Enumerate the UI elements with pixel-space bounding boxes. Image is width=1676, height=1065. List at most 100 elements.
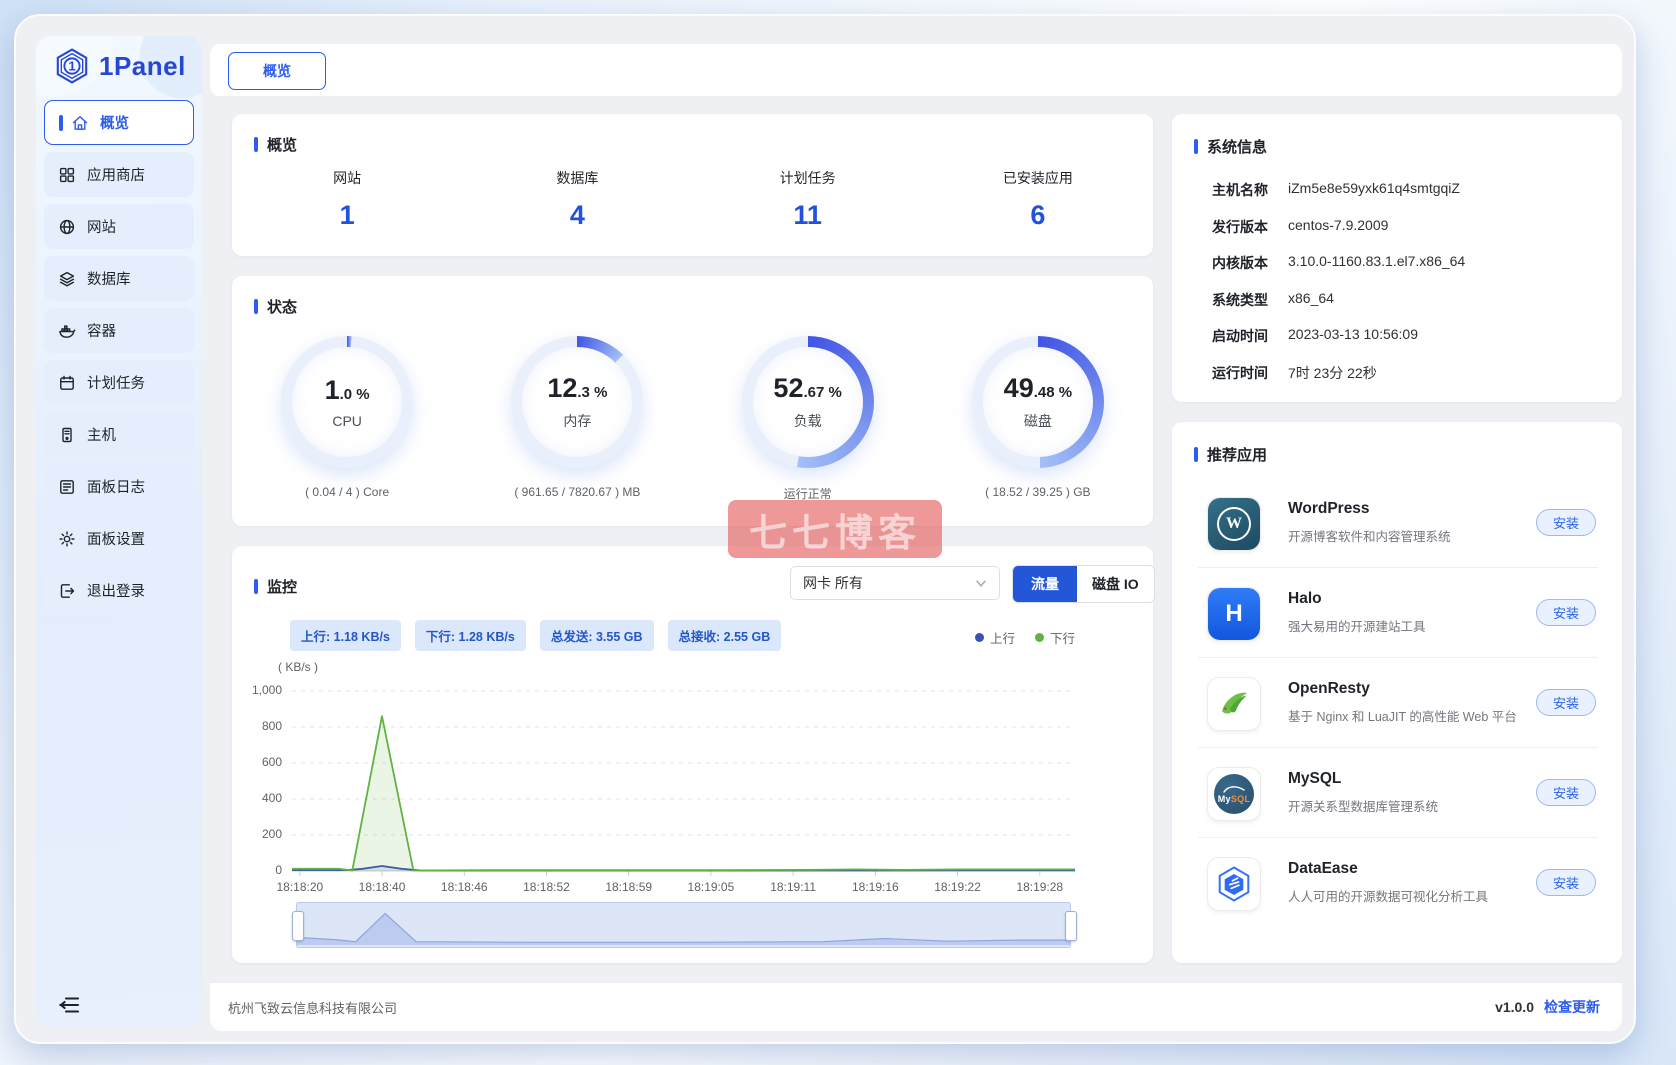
install-button[interactable]: 安装 [1535,509,1596,536]
sidebar-item[interactable]: 容器 [44,308,194,353]
legend-dot-icon [974,633,984,642]
datazoom-right-handle[interactable] [1065,911,1077,941]
app-divider [1198,567,1598,568]
overview-stat[interactable]: 计划任务 11 [693,168,923,231]
brand-name: 1Panel [99,50,186,81]
gauge-label: 内存 [563,413,592,429]
chart-legend: 上行 下行 [974,628,1075,647]
x-tick-label: 18:19:05 [687,880,735,894]
x-tick-label: 18:18:46 [440,880,488,894]
sidebar-item[interactable]: 退出登录 [44,568,194,613]
x-tick-label: 18:19:11 [770,880,817,894]
info-label: 运行时间 [1212,364,1268,381]
traffic-chips: 上行: 1.18 KB/s 下行: 1.28 KB/s 总发送: 3.55 GB… [290,620,782,651]
sidebar-item[interactable]: 面板日志 [44,464,194,509]
container-icon [58,322,76,340]
legend-dot-icon [1034,633,1044,642]
gauge-percent: 52.67 % [773,373,842,403]
gauge-label: 负载 [793,413,822,429]
traffic-chip: 上行: 1.18 KB/s [290,620,401,651]
app-name: Halo [1288,590,1322,607]
system-info-row: 启动时间 2023-03-13 10:56:09 [1212,326,1418,346]
gauge-ring: 49.48 % 磁盘 [971,336,1104,468]
footer-company: 杭州飞致云信息科技有限公司 [228,1000,398,1016]
gauge-ring: 52.67 % 负载 [741,336,874,468]
datazoom-left-handle[interactable] [292,911,304,941]
overview-stat[interactable]: 网站 1 [232,168,462,231]
title-bar-icon [1194,139,1198,154]
app-row: W WordPress 开源博客软件和内容管理系统 安装 [1172,478,1622,568]
system-info-row: 发行版本 centos-7.9.2009 [1212,217,1388,237]
openresty-icon [1207,677,1261,731]
x-tick-label: 18:18:20 [276,880,324,894]
sidebar-item[interactable]: 数据库 [44,256,194,301]
legend-item[interactable]: 下行 [1034,628,1075,647]
app-name: MySQL [1288,770,1342,787]
check-update-link[interactable]: 检查更新 [1544,997,1600,1017]
globe-icon [58,218,76,236]
app-divider [1198,747,1598,748]
app-row: MySQL MySQL 开源关系型数据库管理系统 安装 [1172,748,1622,838]
app-description: 开源博客软件和内容管理系统 [1288,530,1451,544]
stat-label: 已安装应用 [1002,170,1073,186]
logout-icon [58,582,76,600]
gauge-subtext: 运行正常 [783,487,832,501]
gauge-label: 磁盘 [1023,413,1052,429]
traffic-chip: 总接收: 2.55 GB [667,620,782,651]
nic-select[interactable]: 网卡 所有 [790,566,1000,600]
stat-value: 4 [569,200,585,230]
info-label: 主机名称 [1212,182,1268,198]
tab-overview[interactable]: 概览 [228,52,326,90]
x-tick-label: 18:18:59 [605,880,653,894]
legend-item[interactable]: 上行 [974,628,1015,647]
mysql-icon: MySQL [1207,767,1261,821]
gauge: 49.48 % 磁盘 ( 18.52 / 39.25 ) GB [923,336,1153,502]
app-divider [1198,657,1598,658]
info-value: iZm5e8e59yxk61q4smtgqiZ [1288,180,1460,196]
sidebar-item[interactable]: 主机 [44,412,194,457]
brand-logo: 1 1Panel [54,48,186,84]
select-arrow-icon [975,579,987,588]
info-value: centos-7.9.2009 [1288,216,1389,233]
home-icon [71,114,89,132]
x-tick-label: 18:18:52 [523,880,570,894]
y-tick-label: 0 [275,863,282,877]
toggle-button[interactable]: 磁盘 IO [1077,566,1154,602]
x-tick-label: 18:19:28 [1016,880,1064,894]
y-tick-label: 1,000 [251,683,282,697]
info-value: 2023-03-13 10:56:09 [1288,326,1418,342]
overview-stat[interactable]: 已安装应用 6 [923,168,1153,231]
gauge-subtext: ( 0.04 / 4 ) Core [305,485,390,499]
app-name: WordPress [1288,500,1370,517]
system-info-row: 运行时间 7时 23分 22秒 [1212,363,1377,383]
system-info-title: 系统信息 [1194,136,1267,157]
1panel-dashboard: 1 1Panel 概览 应用商店 网站 数据库 容器 计划任务 主机 面板日志 … [0,0,1676,1065]
gauge-label: CPU [332,413,362,429]
stat-label: 数据库 [556,170,599,186]
install-button[interactable]: 安装 [1535,689,1596,716]
info-label: 内核版本 [1212,255,1268,271]
sidebar-item[interactable]: 概览 [44,100,194,145]
install-button[interactable]: 安装 [1535,869,1596,896]
info-label: 启动时间 [1212,328,1268,344]
wordpress-icon: W [1207,497,1261,551]
app-row: OpenResty 基于 Nginx 和 LuaJIT 的高性能 Web 平台 … [1172,658,1622,748]
stat-label: 网站 [333,170,362,186]
y-tick-label: 400 [261,791,282,805]
sidebar-item[interactable]: 应用商店 [44,152,194,197]
recommended-apps-title: 推荐应用 [1194,444,1267,465]
install-button[interactable]: 安装 [1535,779,1596,806]
app-divider [1198,837,1598,838]
overview-stat[interactable]: 数据库 4 [462,168,692,231]
sidebar-item[interactable]: 计划任务 [44,360,194,405]
host-icon [58,426,76,444]
app-description: 强大易用的开源建站工具 [1288,620,1426,634]
sidebar-item[interactable]: 网站 [44,204,194,249]
calendar-icon [58,374,76,392]
collapse-sidebar-icon[interactable] [56,992,82,1018]
install-button[interactable]: 安装 [1535,599,1596,626]
toggle-button[interactable]: 流量 [1013,566,1077,602]
sidebar-item[interactable]: 面板设置 [44,516,194,561]
y-tick-label: 800 [261,719,282,733]
datazoom-slider[interactable] [296,902,1071,948]
